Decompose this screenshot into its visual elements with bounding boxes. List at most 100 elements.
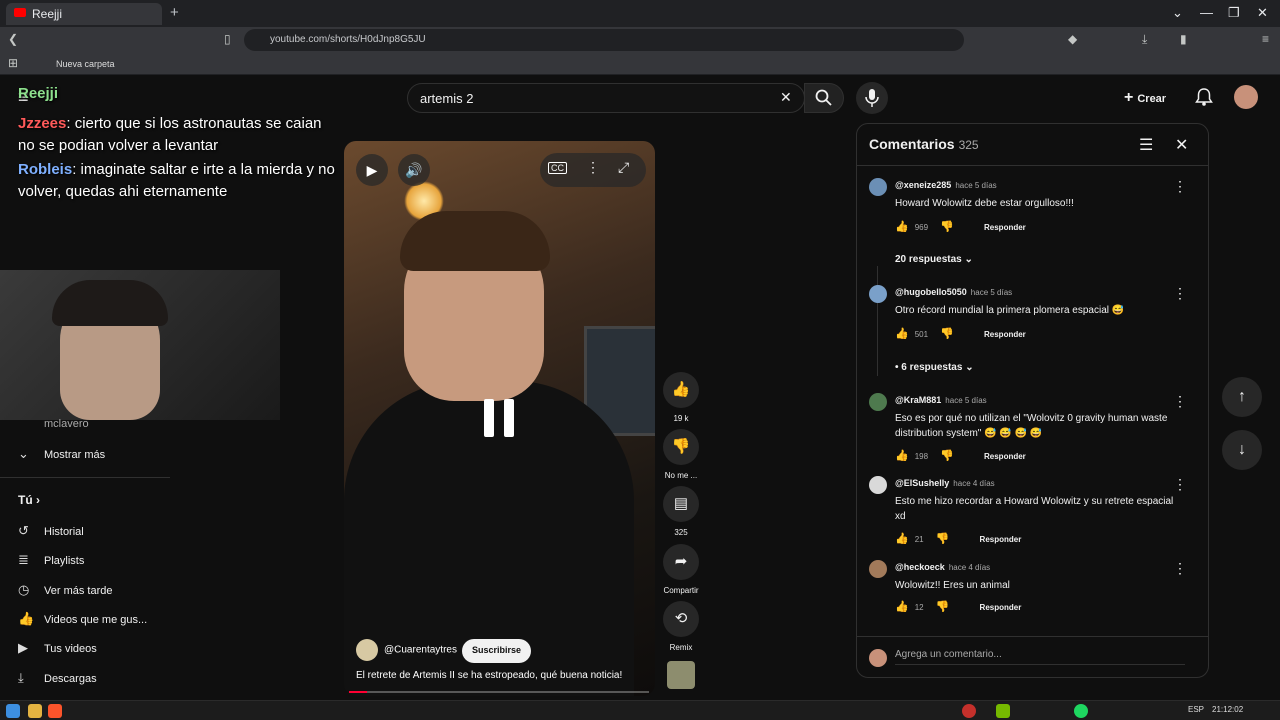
comment-avatar[interactable] — [869, 393, 887, 411]
apps-icon[interactable]: ⊞ — [8, 56, 18, 70]
comment-menu-icon[interactable]: ⋮ — [1173, 393, 1187, 410]
tray-app-icon[interactable] — [996, 704, 1010, 718]
sidebar-subscription-partial[interactable]: mclavero — [18, 418, 89, 430]
tray-app-icon[interactable] — [962, 704, 976, 718]
browser-tab[interactable]: Reejji — [6, 3, 162, 25]
comment-author[interactable]: @KraM881 hace 5 días — [895, 395, 987, 405]
tray-app-icon[interactable] — [1074, 704, 1088, 718]
sidebar-item-liked[interactable]: 👍 Videos que me gus... — [18, 611, 147, 627]
comment-avatar[interactable] — [869, 178, 887, 196]
comment-menu-icon[interactable]: ⋮ — [1173, 178, 1187, 195]
dislike-label: No me ... — [664, 471, 698, 480]
file-explorer-icon[interactable] — [28, 704, 42, 718]
clock[interactable]: 21:12:02 — [1212, 705, 1243, 714]
fullscreen-icon[interactable]: ⤢ — [618, 159, 629, 176]
downloads-icon[interactable]: ⤓ — [1142, 32, 1147, 47]
language-indicator[interactable]: ESP — [1188, 705, 1204, 714]
notifications-icon[interactable] — [1195, 88, 1213, 106]
reply-button[interactable]: Responder — [980, 603, 1022, 612]
captions-icon[interactable]: CC — [548, 162, 567, 174]
comments-button[interactable]: ▤ 325 — [663, 486, 699, 537]
comment-time: hace 5 días — [970, 288, 1013, 297]
thumbs-down-icon[interactable]: 👎 — [936, 601, 950, 613]
dislike-button[interactable]: 👎 No me ... — [663, 429, 699, 480]
brave-browser-icon[interactable] — [48, 704, 62, 718]
sidebar-show-more[interactable]: ⌄ Mostrar más — [18, 446, 105, 462]
sidebar-item-watch-later[interactable]: ◷ Ver más tarde — [18, 582, 112, 598]
comment-author[interactable]: @heckoeck hace 4 días — [895, 562, 990, 572]
comment-author[interactable]: @xeneize285 hace 5 días — [895, 180, 997, 190]
minimize-icon[interactable]: — — [1200, 5, 1213, 20]
subscribe-button[interactable]: Suscribirse — [462, 639, 532, 663]
sidebar-item-downloads[interactable]: ⤓ Descargas — [18, 670, 97, 686]
voice-search-button[interactable] — [856, 82, 888, 114]
comment-avatar[interactable] — [869, 560, 887, 578]
comment-menu-icon[interactable]: ⋮ — [1173, 285, 1187, 302]
sidebar-you-header[interactable]: Tú › — [18, 493, 40, 507]
add-comment-input[interactable]: Agrega un comentario... — [895, 649, 1185, 665]
volume-button[interactable]: 🔊 — [398, 154, 430, 186]
account-avatar[interactable] — [1234, 85, 1258, 109]
start-icon[interactable] — [6, 704, 20, 718]
extension-icon[interactable]: ◆ — [1068, 32, 1077, 46]
address-bar[interactable]: youtube.com/shorts/H0dJnp8G5JU — [244, 29, 964, 51]
author-name: @ElSushelly — [895, 478, 950, 488]
reply-button[interactable]: Responder — [984, 452, 1026, 461]
reply-button[interactable]: Responder — [980, 535, 1022, 544]
more-options-icon[interactable]: ⋮ — [586, 159, 600, 176]
replies-toggle[interactable]: • 6 respuestas ⌄ — [895, 362, 974, 373]
comment-author[interactable]: @hugobello5050 hace 5 días — [895, 287, 1012, 297]
comment-avatar[interactable] — [869, 285, 887, 303]
replies-toggle[interactable]: 20 respuestas ⌄ — [895, 254, 973, 265]
close-icon[interactable]: ✕ — [1175, 135, 1188, 155]
remix-button[interactable]: ⟲ Remix — [663, 601, 699, 652]
comment-text: Howard Wolowitz debe estar orgulloso!!! — [895, 198, 1074, 209]
sidebar-item-history[interactable]: ↺ Historial — [18, 523, 84, 539]
back-icon[interactable]: ❮ — [8, 32, 18, 46]
sidebar-item-your-videos[interactable]: ▶ Tus videos — [18, 640, 97, 656]
thumbs-up-icon[interactable]: 👍 — [895, 601, 909, 613]
thumbs-down-icon[interactable]: 👎 — [936, 533, 950, 545]
search-button[interactable] — [804, 83, 844, 113]
next-short-button[interactable]: ↓ — [1222, 430, 1262, 470]
video-progress-bar[interactable] — [349, 691, 649, 693]
thumbs-up-icon[interactable]: 👍 — [895, 533, 909, 545]
sort-icon[interactable]: ☰ — [1139, 135, 1153, 155]
thumbs-up-icon[interactable]: 👍 — [895, 328, 909, 340]
thumbs-up-icon[interactable]: 👍 — [895, 221, 909, 233]
comment-item: @heckoeck hace 4 días Wolowitz!! Eres un … — [857, 548, 1208, 628]
shorts-video-player[interactable]: ▶ 🔊 CC ⋮ ⤢ @Cuarentaytres Suscribirse El… — [344, 141, 655, 696]
playlists-icon: ≣ — [18, 552, 29, 567]
create-label: Crear — [1137, 93, 1167, 105]
sidebar-item-playlists[interactable]: ≣ Playlists — [18, 552, 84, 568]
thumbs-down-icon[interactable]: 👎 — [940, 450, 954, 462]
bookmark-folder[interactable]: Nueva carpeta — [56, 59, 115, 69]
comment-menu-icon[interactable]: ⋮ — [1173, 476, 1187, 493]
create-button[interactable]: + Crear — [1124, 89, 1166, 107]
previous-short-button[interactable]: ↑ — [1222, 377, 1262, 417]
sidebar-icon[interactable]: ▮ — [1180, 32, 1187, 46]
reply-button[interactable]: Responder — [984, 223, 1026, 232]
share-button[interactable]: ➦ Compartir — [663, 544, 699, 595]
bookmark-icon[interactable]: ▯ — [224, 32, 231, 46]
play-button[interactable]: ▶ — [356, 154, 388, 186]
comment-author[interactable]: @ElSushelly hace 4 días — [895, 478, 995, 488]
thumbs-down-icon[interactable]: 👎 — [940, 221, 954, 233]
thumbs-down-icon[interactable]: 👎 — [940, 328, 954, 340]
comment-avatar[interactable] — [869, 476, 887, 494]
channel-avatar — [356, 639, 378, 661]
audio-thumbnail[interactable] — [667, 661, 695, 689]
comments-header: Comentarios 325 ☰ ✕ — [857, 124, 1208, 166]
thumbs-up-icon[interactable]: 👍 — [895, 450, 909, 462]
close-window-icon[interactable]: ✕ — [1257, 5, 1268, 21]
new-tab-icon[interactable]: + — [170, 4, 179, 21]
video-channel[interactable]: @Cuarentaytres — [356, 639, 457, 661]
maximize-icon[interactable]: ❐ — [1228, 5, 1240, 21]
menu-icon[interactable]: ≡ — [1262, 32, 1269, 46]
tab-search-icon[interactable]: ⌄ — [1172, 5, 1183, 21]
clear-search-icon[interactable]: ✕ — [780, 89, 792, 106]
reply-button[interactable]: Responder — [984, 330, 1026, 339]
comment-menu-icon[interactable]: ⋮ — [1173, 560, 1187, 577]
search-input[interactable]: artemis 2 ✕ — [407, 83, 805, 113]
like-button[interactable]: 👍 19 k — [663, 372, 699, 423]
